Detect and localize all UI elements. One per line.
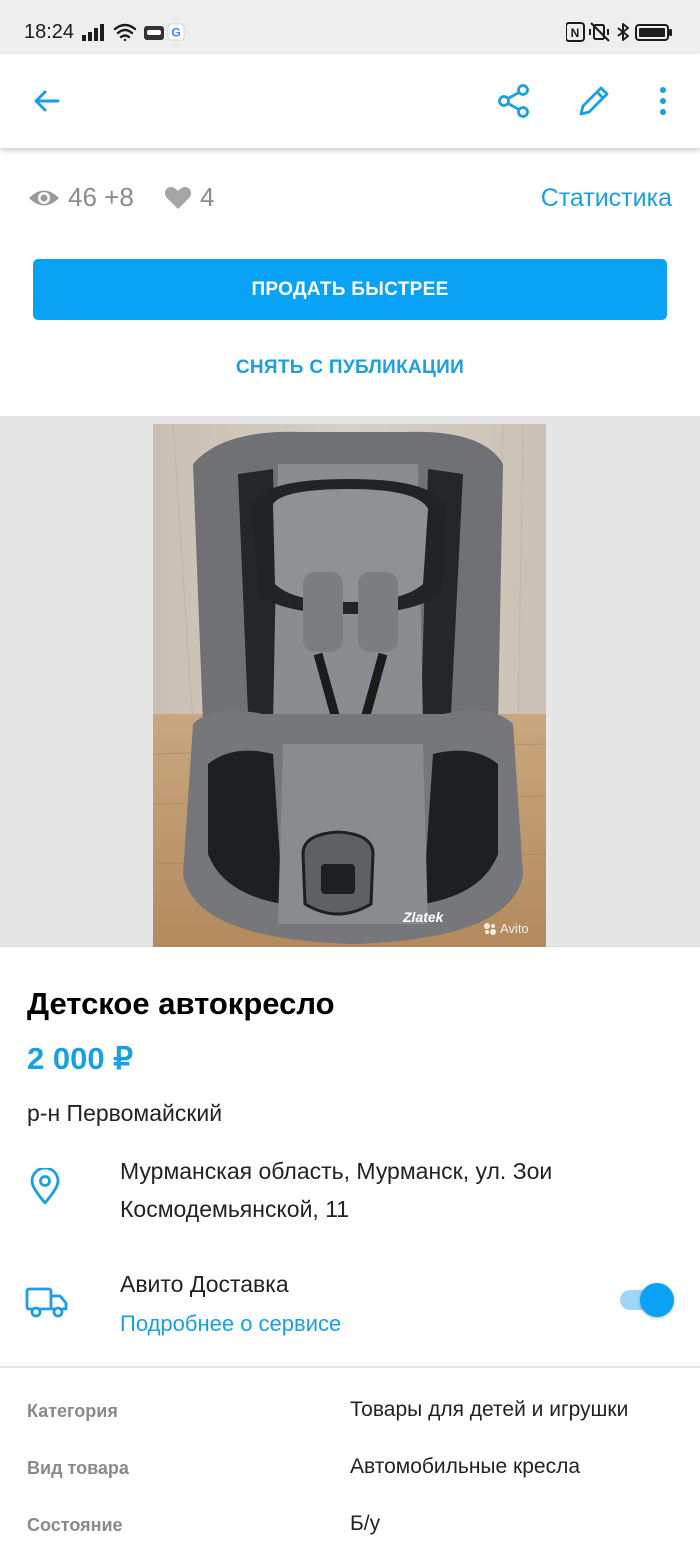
more-button[interactable] — [639, 77, 687, 125]
toggle-thumb — [640, 1283, 674, 1317]
photo-gallery[interactable]: Zlatek Avito — [0, 416, 700, 947]
back-button[interactable] — [22, 77, 70, 125]
google-icon: G — [167, 23, 185, 41]
nfc-icon: N — [565, 22, 585, 42]
param-row-category: Категория Товары для детей и игрушки — [0, 1393, 700, 1433]
status-time: 18:24 — [24, 21, 75, 43]
section-divider — [0, 1366, 700, 1368]
truck-icon — [25, 1287, 68, 1318]
delivery-info-link[interactable]: Подробнее о сервисе — [120, 1311, 341, 1337]
statistics-link[interactable]: Статистика — [541, 184, 672, 213]
param-label: Категория — [27, 1401, 118, 1421]
vibrate-icon — [589, 22, 610, 42]
listing-address[interactable]: Мурманская область, Мурманск, ул. Зои Ко… — [120, 1152, 680, 1228]
favorites-count: 4 — [200, 182, 215, 212]
listing-title: Детское автокресло — [27, 986, 335, 1021]
unpublish-button[interactable]: СНЯТЬ С ПУБЛИКАЦИИ — [33, 340, 667, 396]
views-stat: 46 +8 — [28, 182, 134, 213]
param-row-item-type: Вид товара Автомобильные кресла — [0, 1450, 700, 1490]
bluetooth-icon — [617, 23, 629, 41]
signal-icon — [82, 24, 104, 41]
more-vertical-icon — [660, 87, 666, 115]
delivery-toggle[interactable] — [620, 1283, 674, 1317]
status-bar: 18:24 G N — [0, 0, 700, 54]
app-bar — [0, 54, 700, 148]
edit-button[interactable] — [570, 77, 618, 125]
delivery-title: Авито Доставка — [120, 1271, 289, 1297]
heart-icon — [164, 186, 192, 209]
battery-icon — [635, 24, 672, 41]
param-value: Товары для детей и игрушки — [350, 1398, 629, 1421]
watermark: Avito — [483, 921, 529, 936]
status-right-icons: N — [565, 20, 676, 49]
param-value: Автомобильные кресла — [350, 1455, 581, 1478]
svg-text:G: G — [171, 26, 180, 40]
car-app-icon — [144, 26, 164, 40]
sell-faster-button[interactable]: ПРОДАТЬ БЫСТРЕЕ — [33, 259, 667, 320]
avito-logo-icon — [484, 922, 496, 935]
status-left-icons: G — [82, 22, 202, 47]
favorites-stat: 4 — [164, 182, 214, 213]
eye-icon — [29, 190, 59, 205]
wifi-icon — [113, 23, 137, 42]
param-label: Вид товара — [27, 1458, 129, 1478]
param-label: Состояние — [27, 1515, 123, 1535]
listing-district: р-н Первомайский — [27, 1100, 223, 1126]
brand-label: Zlatek — [402, 909, 445, 925]
arrow-left-icon — [34, 90, 60, 112]
watermark-text: Avito — [500, 921, 529, 936]
views-count: 46 +8 — [68, 182, 134, 212]
listing-price: 2 000 ₽ — [27, 1041, 133, 1076]
share-icon — [498, 84, 529, 118]
edit-icon — [579, 86, 609, 116]
stats-row: 46 +8 4 Статистика — [0, 170, 700, 230]
param-value: Б/у — [350, 1512, 381, 1535]
param-row-condition: Состояние Б/у — [0, 1507, 700, 1547]
listing-photo[interactable]: Zlatek — [153, 424, 546, 947]
location-pin-icon — [30, 1168, 60, 1205]
svg-text:N: N — [571, 26, 580, 40]
share-button[interactable] — [490, 77, 538, 125]
